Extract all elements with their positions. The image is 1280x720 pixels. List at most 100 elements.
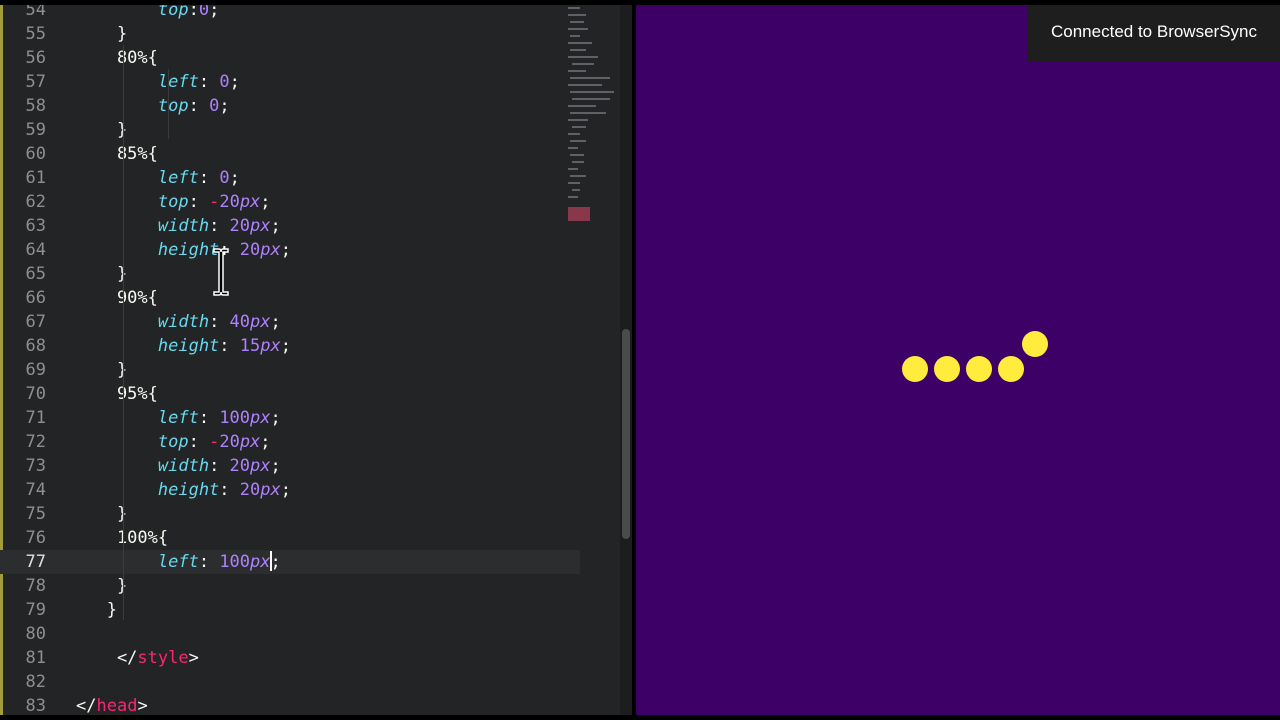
- code-token: }: [76, 600, 117, 620]
- minimap-line: [568, 105, 596, 107]
- code-token: height: [76, 240, 220, 260]
- code-text: }: [76, 502, 127, 526]
- code-token: px: [250, 456, 271, 476]
- code-line[interactable]: 82: [0, 670, 580, 694]
- code-token: 0: [219, 168, 230, 188]
- code-line[interactable]: 75 }: [0, 502, 580, 526]
- minimap-line: [572, 189, 580, 191]
- code-token: 20: [239, 480, 261, 500]
- code-token: :: [209, 456, 230, 476]
- screen: 54 top:0; 55 } 56 80%{57 left: 0; 58 top: 0…: [0, 5, 1280, 715]
- code-token: left: [76, 552, 199, 572]
- code-line[interactable]: 57 left: 0;: [0, 70, 580, 94]
- code-token: px: [250, 216, 271, 236]
- code-text: }: [76, 118, 127, 142]
- code-token: :: [188, 432, 210, 452]
- code-line[interactable]: 72 top: -20px;: [0, 430, 580, 454]
- line-number: 77: [25, 552, 46, 572]
- animated-dot: [998, 356, 1024, 382]
- code-line[interactable]: 58 top: 0;: [0, 94, 580, 118]
- code-line[interactable]: 68 height: 15px;: [0, 334, 580, 358]
- line-number: 69: [25, 360, 46, 380]
- line-number: 75: [25, 504, 46, 524]
- code-token: }: [76, 576, 128, 596]
- code-text: left: 100px;: [76, 550, 281, 574]
- code-token: 40: [229, 312, 251, 332]
- code-token: </: [76, 696, 97, 715]
- code-token: px: [250, 408, 271, 428]
- code-token: ;: [260, 432, 271, 452]
- code-line[interactable]: 60 85%{: [0, 142, 580, 166]
- code-line[interactable]: 79 }: [0, 598, 580, 622]
- code-line[interactable]: 71 left: 100px;: [0, 406, 580, 430]
- line-number: 80: [25, 624, 46, 644]
- code-token: left: [76, 72, 199, 92]
- code-line[interactable]: 64 height: 20px;: [0, 238, 580, 262]
- minimap-line: [572, 63, 594, 65]
- browsersync-notification: Connected to BrowserSync: [1028, 5, 1280, 61]
- line-number: 55: [25, 24, 46, 44]
- code-line[interactable]: 80: [0, 622, 580, 646]
- code-line[interactable]: 74 height: 20px;: [0, 478, 580, 502]
- code-line[interactable]: 62 top: -20px;: [0, 190, 580, 214]
- code-line[interactable]: 61 left: 0;: [0, 166, 580, 190]
- code-line[interactable]: 59 }: [0, 118, 580, 142]
- minimap-line: [572, 126, 586, 128]
- minimap-line: [568, 56, 598, 58]
- code-line[interactable]: 67 width: 40px;: [0, 310, 580, 334]
- line-number: 57: [25, 72, 46, 92]
- code-line[interactable]: 56 80%{: [0, 46, 580, 70]
- code-line[interactable]: 66 90%{: [0, 286, 580, 310]
- code-line[interactable]: 83 </head>: [0, 694, 580, 715]
- minimap-line: [572, 98, 610, 100]
- code-text: }: [76, 262, 127, 286]
- line-number: 72: [25, 432, 46, 452]
- code-line[interactable]: 63 width: 20px;: [0, 214, 580, 238]
- code-line[interactable]: 73 width: 20px;: [0, 454, 580, 478]
- minimap-highlight: [568, 207, 590, 221]
- code-token: px: [260, 480, 281, 500]
- line-number: 68: [25, 336, 46, 356]
- code-token: ;: [280, 336, 291, 356]
- code-token: top: [76, 5, 189, 20]
- minimap-line: [570, 21, 584, 23]
- code-line[interactable]: 78 }: [0, 574, 580, 598]
- code-token: ;: [280, 480, 291, 500]
- code-line[interactable]: 54 top:0;: [0, 5, 580, 22]
- code-token: 0: [209, 96, 220, 116]
- code-line[interactable]: 77 left: 100px;: [0, 550, 580, 574]
- code-token: >: [137, 696, 148, 715]
- code-token: ;: [229, 168, 240, 188]
- code-text: width: 20px;: [76, 214, 281, 238]
- line-number: 66: [25, 288, 46, 308]
- scrollbar-thumb[interactable]: [622, 329, 630, 539]
- code-line[interactable]: 70 95%{: [0, 382, 580, 406]
- minimap[interactable]: [562, 7, 618, 237]
- code-line[interactable]: 76 100%{: [0, 526, 580, 550]
- code-token: px: [250, 552, 271, 572]
- code-token: 20: [229, 216, 251, 236]
- minimap-line: [568, 196, 578, 198]
- text-ibeam-cursor-icon: [213, 248, 229, 296]
- code-text: left: 0;: [76, 166, 240, 190]
- browser-preview: Connected to BrowserSync: [636, 5, 1280, 715]
- animated-dot: [934, 356, 960, 382]
- code-line[interactable]: 69 }: [0, 358, 580, 382]
- indent-guide: [123, 45, 124, 620]
- code-text: width: 20px;: [76, 454, 281, 478]
- code-text: left: 100px;: [76, 406, 281, 430]
- indent-guide: [168, 69, 169, 139]
- code-token: head: [96, 696, 138, 715]
- line-number: 54: [25, 5, 46, 20]
- minimap-line: [568, 119, 588, 121]
- editor-scrollbar[interactable]: [620, 5, 632, 715]
- code-line[interactable]: 81 </style>: [0, 646, 580, 670]
- line-number: 82: [25, 672, 46, 692]
- code-editor[interactable]: 54 top:0; 55 } 56 80%{57 left: 0; 58 top: 0…: [0, 5, 632, 715]
- code-token: width: [76, 312, 210, 332]
- code-line[interactable]: 65 }: [0, 262, 580, 286]
- code-token: top: [76, 96, 189, 116]
- code-line[interactable]: 55 }: [0, 22, 580, 46]
- minimap-line: [568, 84, 602, 86]
- code-token: ;: [270, 312, 281, 332]
